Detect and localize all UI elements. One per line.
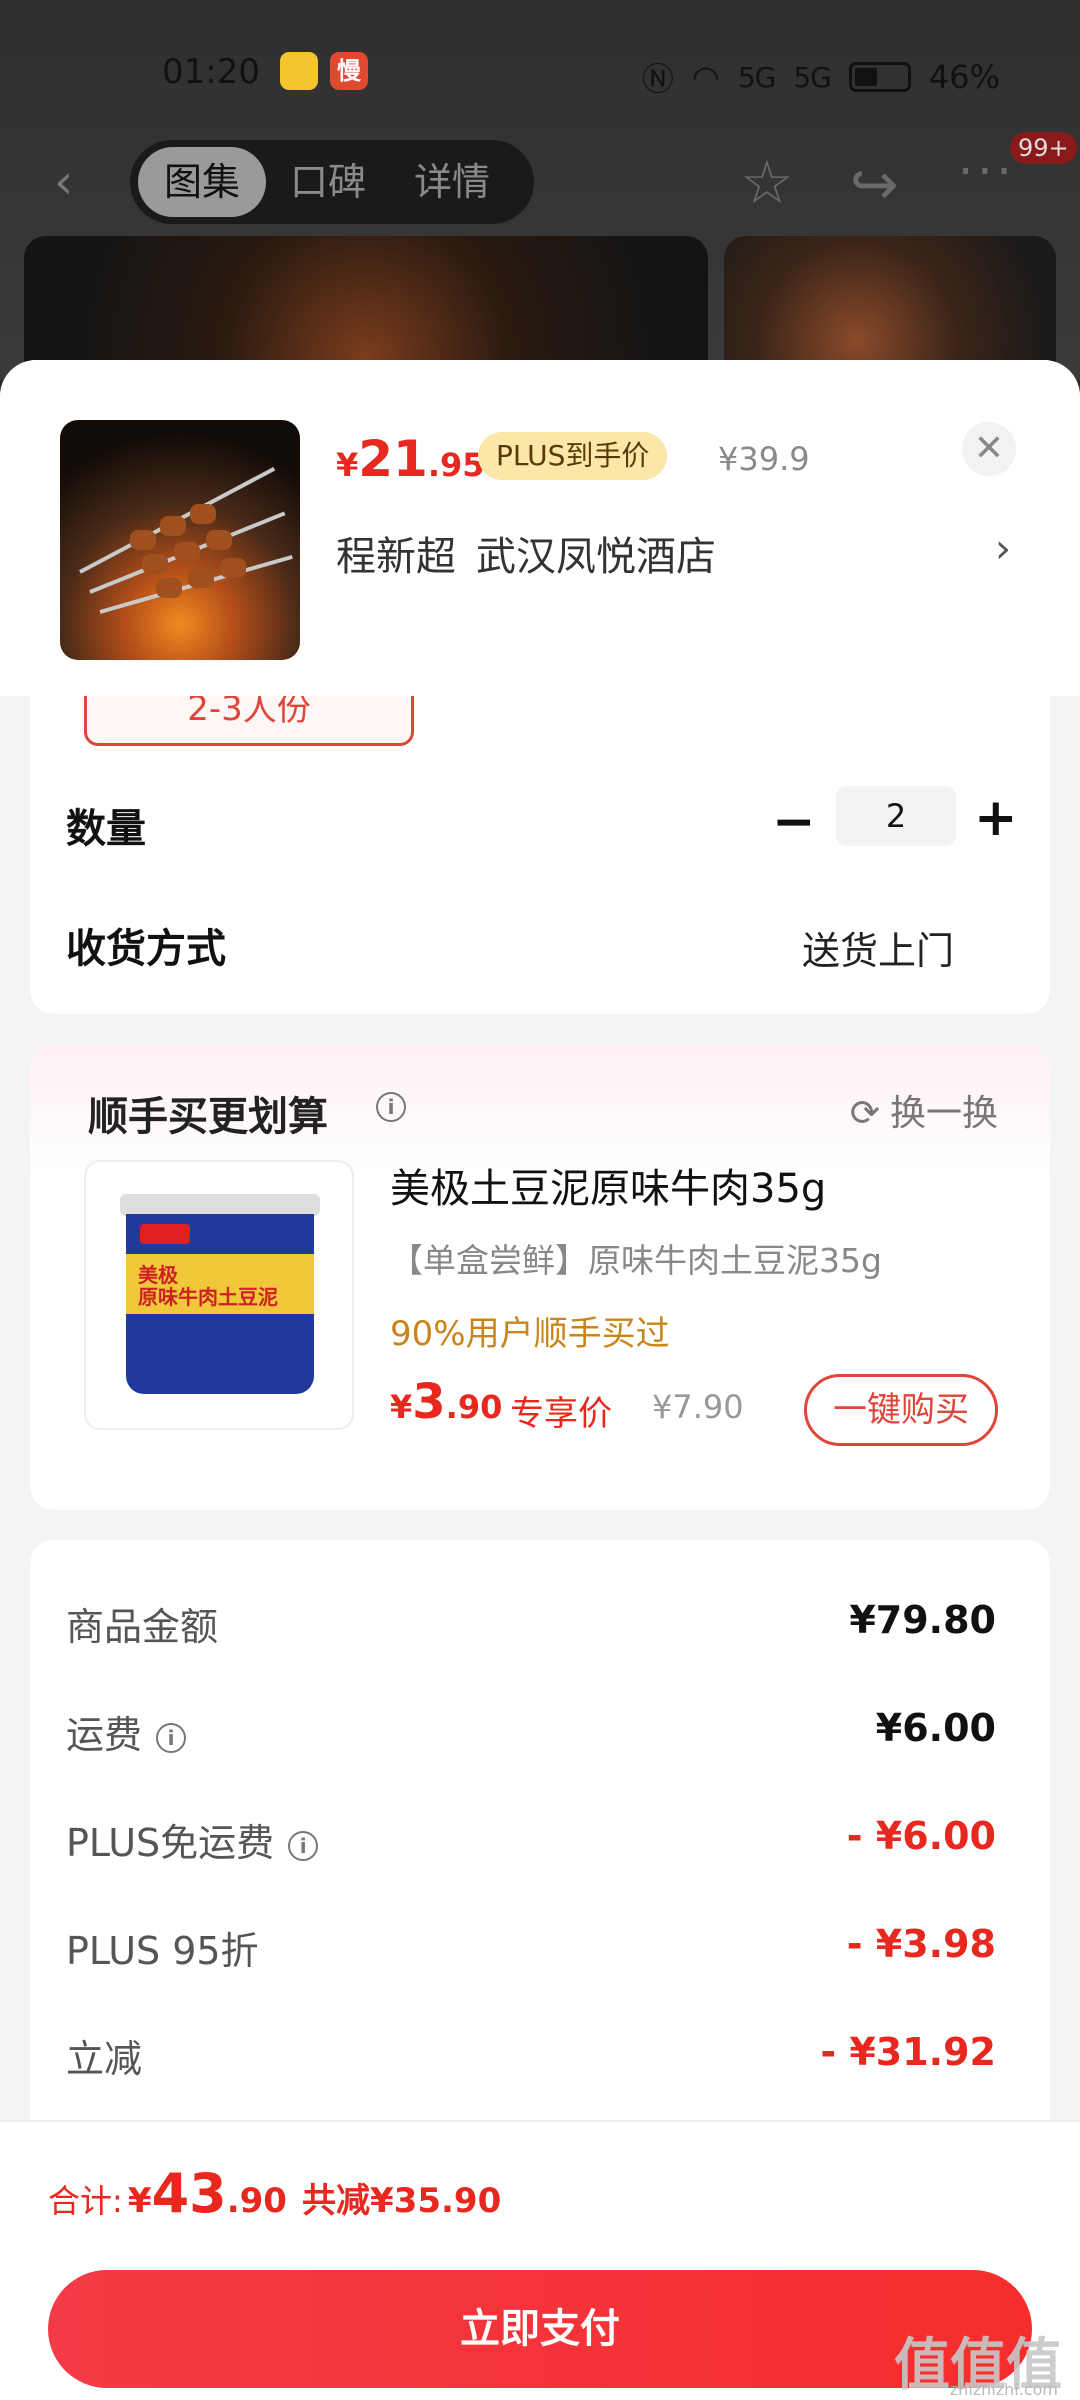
swap-button[interactable]: ⟳ 换一换 [850,1084,998,1136]
addon-original-price: ¥7.90 [652,1388,744,1426]
delivery-label: 收货方式 [66,926,226,972]
price-decimal: .95 [427,446,485,484]
price-currency: ¥ [336,446,359,484]
more-icon[interactable]: ··· [958,144,1016,200]
refresh-icon: ⟳ [849,1093,880,1134]
fee-value-subtotal: ¥79.80 [849,1598,996,1642]
total-summary: 合计: ¥43.90 共减¥35.90 [48,2162,501,2225]
one-click-buy-button[interactable]: 一键购买 [804,1374,998,1446]
maggi-logo [140,1224,190,1244]
options-card: 2-3人份 数量 − 2 + 收货方式 送货上门 [30,666,1050,1014]
quantity-label: 数量 [66,806,146,852]
fee-label-shipping-text: 运费 [66,1713,143,1757]
status-right: Ⓝ ◠ 5G 5G 46% [642,54,1000,100]
shop-name-part1: 程新超 [336,534,456,580]
addon-subtitle: 【单盒尝鲜】原味牛肉土豆泥35g [390,1241,882,1280]
info-icon[interactable]: i [156,1722,187,1753]
addon-social-proof: 90%用户顺手买过 [390,1314,670,1354]
signal-icon-2: 5G [793,60,832,94]
total-integer: 43 [151,2162,227,2225]
nfc-icon: Ⓝ [641,60,674,98]
quantity-plus-button[interactable]: + [974,788,1018,848]
battery-icon [848,62,911,92]
potato-cup-illustration: 美极 原味牛肉土豆泥 [120,1194,320,1394]
fee-row: 商品金额 ¥79.80 [66,1596,996,1656]
fee-row: PLUS免运费 i - ¥6.00 [66,1812,996,1872]
quantity-minus-button[interactable]: − [772,792,816,852]
addon-product-image[interactable]: 美极 原味牛肉土豆泥 [84,1160,354,1430]
fee-row: 立减 - ¥31.92 [66,2028,996,2088]
sheet-header: ¥21.95 PLUS到手价 ¥39.9 ✕ 程新超 武汉凤悦酒店 › [0,360,1080,696]
product-price: ¥21.95 [336,430,485,488]
watermark-url: zhizhizhi.com [949,2380,1058,2399]
tab-group: 图集 口碑 详情 [130,140,534,224]
pay-now-button[interactable]: 立即支付 [48,2270,1032,2388]
swap-label: 换一换 [889,1093,998,1134]
addon-card: 顺手买更划算 i ⟳ 换一换 美极 原味牛肉土豆泥 美极土豆泥原味牛肉35g 【单盒… [30,1044,1050,1510]
fee-value-plus-shipping: - ¥6.00 [846,1814,996,1858]
status-time: 01:20 [162,52,260,92]
fee-label-shipping: 运费 i [66,1704,187,1759]
signal-icon-1: 5G [737,60,777,94]
fee-value-shipping: ¥6.00 [875,1706,996,1750]
wifi-icon: ◠ [691,58,720,96]
product-thumbnail [60,420,300,660]
chevron-right-icon[interactable]: › [995,526,1011,572]
price-breakdown-card: 商品金额 ¥79.80 运费 i ¥6.00 PLUS免运费 i - ¥6.00 P… [30,1540,1050,2140]
fee-label-plus-discount: PLUS 95折 [66,1929,259,1973]
fee-label-plus-shipping: PLUS免运费 i [66,1812,319,1867]
fee-label-subtotal: 商品金额 [66,1605,219,1649]
total-decimal: .90 [226,2181,287,2221]
addon-price-tag: 专享价 [510,1394,612,1434]
addon-name[interactable]: 美极土豆泥原味牛肉35g [390,1156,826,1214]
shop-link[interactable]: 程新超 武汉凤悦酒店 [336,524,736,582]
shop-name-part2: 武汉凤悦酒店 [476,534,716,580]
addon-title: 顺手买更划算 [88,1094,328,1140]
original-price: ¥39.9 [718,440,810,478]
close-button[interactable]: ✕ [962,422,1016,476]
info-icon[interactable]: i [376,1092,406,1122]
battery-level: 46% [928,58,1000,96]
notification-count-badge: 99+ [1010,132,1077,164]
tab-reviews[interactable]: 口碑 [266,147,390,217]
total-saved: 共减¥35.90 [302,2181,502,2221]
tab-gallery[interactable]: 图集 [138,147,267,217]
share-icon[interactable]: ↪ [850,150,899,218]
fee-label-plus-shipping-text: PLUS免运费 [66,1821,275,1865]
fee-row: PLUS 95折 - ¥3.98 [66,1920,996,1980]
info-icon[interactable]: i [288,1830,319,1861]
total-label: 合计: [48,2182,123,2220]
fee-value-plus-discount: - ¥3.98 [846,1922,996,1966]
addon-price-integer: 3 [412,1374,446,1430]
purchase-sheet: ¥21.95 PLUS到手价 ¥39.9 ✕ 程新超 武汉凤悦酒店 › 2-3人份… [0,360,1080,2400]
plus-price-tag: PLUS到手价 [478,432,668,480]
addon-price: ¥3.90 [390,1374,502,1430]
fee-label-instant-discount: 立减 [66,2037,143,2081]
status-bar: 01:20 慢 Ⓝ ◠ 5G 5G 46% [0,40,1080,110]
app-notification-icon: 慢 [330,52,368,90]
addon-price-currency: ¥ [390,1388,413,1426]
cup-brand: 美极 [138,1263,178,1287]
delivery-value[interactable]: 送货上门 [802,920,954,975]
quantity-input[interactable]: 2 [836,786,956,846]
back-icon[interactable]: ‹ [54,158,94,206]
total-currency: ¥ [127,2181,152,2221]
cup-text: 原味牛肉土豆泥 [138,1285,278,1309]
fee-value-instant-discount: - ¥31.92 [820,2030,996,2074]
favorite-star-icon[interactable]: ☆ [740,148,794,218]
addon-price-decimal: .90 [445,1388,503,1426]
fee-row: 运费 i ¥6.00 [66,1704,996,1764]
top-nav: ‹ 图集 口碑 详情 ☆ ↪ ··· 99+ [0,132,1080,230]
tab-details[interactable]: 详情 [390,147,514,217]
price-integer: 21 [358,430,428,488]
weibo-icon [280,52,318,90]
